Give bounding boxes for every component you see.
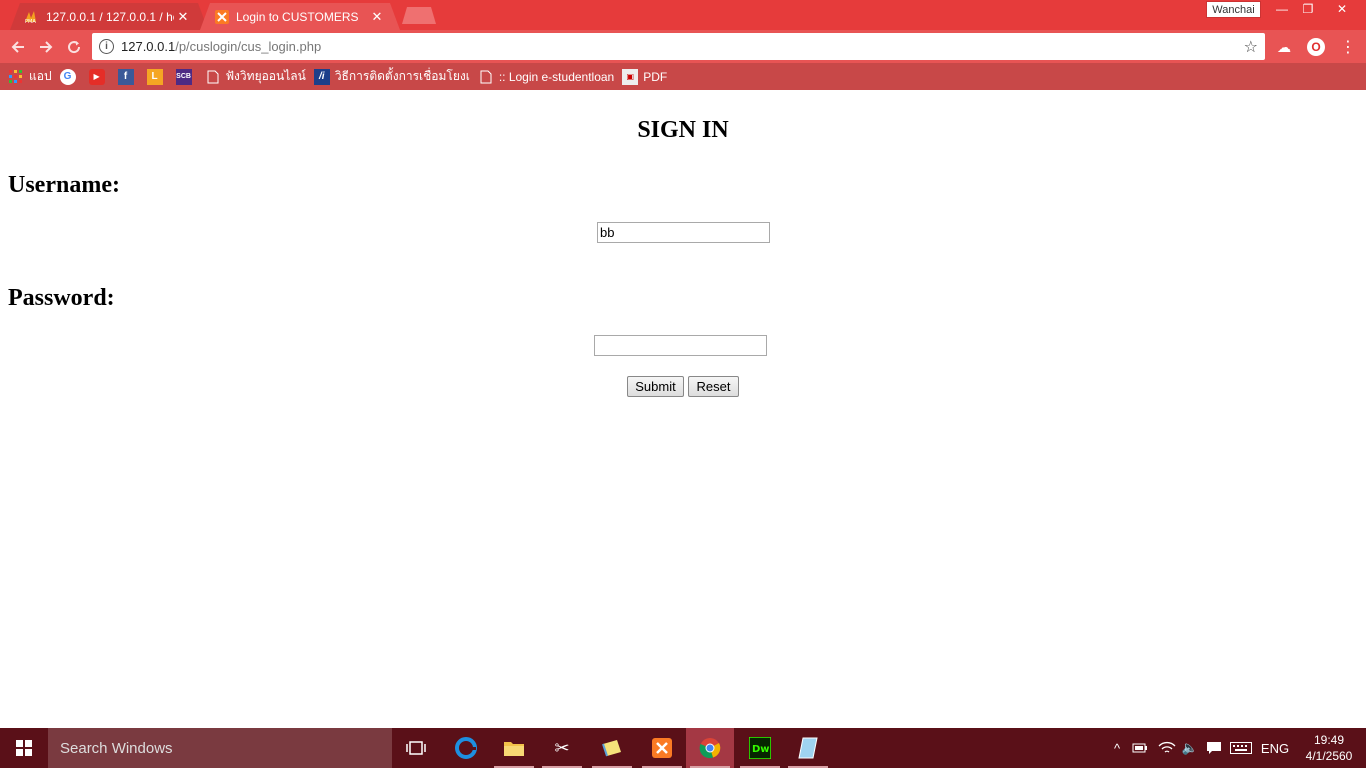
- chrome-taskbar-icon[interactable]: [686, 728, 734, 768]
- url-path: /p/cuslogin/cus_login.php: [175, 39, 322, 54]
- password-input[interactable]: [594, 335, 767, 356]
- restore-icon[interactable]: ❐: [1294, 0, 1322, 18]
- chevron-up-icon[interactable]: ^: [1108, 728, 1126, 768]
- new-tab-button[interactable]: [402, 7, 436, 24]
- xampp-taskbar-icon[interactable]: [638, 728, 686, 768]
- bookmark-studentloan-setup[interactable]: /i วิธีการติดตั้งการเชื่อมโยงเ: [313, 67, 470, 86]
- start-button[interactable]: [0, 728, 48, 768]
- bookmark-e-studentloan[interactable]: :: Login e-studentloan: [478, 69, 614, 85]
- task-view-icon[interactable]: [392, 728, 440, 768]
- file-explorer-icon[interactable]: [490, 728, 538, 768]
- reset-button[interactable]: Reset: [688, 376, 739, 397]
- bookmark-facebook[interactable]: f: [117, 68, 139, 85]
- bookmark-google[interactable]: G: [59, 68, 81, 85]
- page-icon: [478, 69, 494, 85]
- studentloan-icon: /i: [313, 68, 330, 85]
- keyboard-icon[interactable]: [1228, 728, 1254, 768]
- page-title: SIGN IN: [637, 117, 729, 143]
- notepad-icon[interactable]: [784, 728, 832, 768]
- xampp-icon: [214, 9, 230, 25]
- username-label: Username:: [8, 172, 120, 198]
- bookmarks-bar: แอป G ▶ f L SCB ฟังวิทยุออนไลน์ /i วิธีก…: [0, 63, 1366, 90]
- bookmark-youtube[interactable]: ▶: [88, 68, 110, 85]
- close-icon[interactable]: ✕: [174, 9, 192, 25]
- tab-title: 127.0.0.1 / 127.0.0.1 / hos: [46, 9, 174, 24]
- dreamweaver-icon[interactable]: Dw: [736, 728, 784, 768]
- bookmark-pdf[interactable]: ▣ PDF: [622, 68, 668, 85]
- svg-text:PMA: PMA: [25, 19, 36, 24]
- volume-icon[interactable]: 🔈: [1180, 728, 1200, 768]
- bookmark-label: :: Login e-studentloan: [498, 69, 615, 84]
- sticky-notes-icon[interactable]: [588, 728, 636, 768]
- cloud-extension-icon[interactable]: ☁: [1274, 38, 1294, 56]
- opera-extension-icon[interactable]: O: [1307, 38, 1325, 56]
- windows-logo-icon: [16, 740, 32, 756]
- wifi-icon[interactable]: [1156, 728, 1178, 768]
- close-icon[interactable]: ✕: [368, 9, 386, 25]
- lt-icon: L: [146, 68, 163, 85]
- url-host: 127.0.0.1: [121, 39, 176, 54]
- bookmark-label: วิธีการติดตั้งการเชื่อมโยงเ: [334, 69, 470, 83]
- menu-kebab-icon[interactable]: ⋮: [1340, 36, 1356, 58]
- scb-icon: SCB: [175, 68, 192, 85]
- bookmark-label: แอป: [29, 69, 52, 83]
- profile-button[interactable]: Wanchai: [1206, 1, 1261, 18]
- username-input[interactable]: [597, 222, 770, 243]
- bookmark-apps[interactable]: แอป: [8, 67, 52, 86]
- edge-browser-icon[interactable]: [442, 728, 490, 768]
- apps-grid-icon: [8, 69, 24, 85]
- reload-icon[interactable]: [64, 37, 84, 57]
- tab-title: Login to CUSTOMERS: [236, 9, 359, 24]
- tab-phpmyadmin[interactable]: PMA 127.0.0.1 / 127.0.0.1 / hos ✕: [10, 3, 206, 30]
- clock-date: 4/1/2560: [1305, 749, 1353, 763]
- bookmark-lt[interactable]: L: [146, 68, 168, 85]
- bookmark-label: PDF: [643, 69, 668, 84]
- taskbar: Search Windows ✂ Dw ^ 🔈 ENG 19:49 4/1/25…: [0, 728, 1366, 768]
- bookmark-label: ฟังวิทยุออนไลน์: [225, 69, 306, 83]
- password-label: Password:: [8, 285, 115, 311]
- address-bar[interactable]: i 127.0.0.1/p/cuslogin/cus_login.php ☆: [92, 33, 1265, 60]
- taskbar-search[interactable]: Search Windows: [48, 728, 392, 768]
- submit-button[interactable]: Submit: [627, 376, 684, 397]
- notifications-icon[interactable]: [1204, 728, 1224, 768]
- snipping-tool-icon[interactable]: ✂: [538, 728, 586, 768]
- svg-text:Dw: Dw: [752, 744, 770, 755]
- pdf-icon: ▣: [622, 68, 639, 85]
- bookmark-radio[interactable]: ฟังวิทยุออนไลน์: [205, 67, 306, 86]
- page-content: SIGN IN Username: Password: Submit Reset: [0, 90, 1366, 728]
- tab-login-customers[interactable]: Login to CUSTOMERS ✕: [200, 3, 400, 30]
- tab-strip: PMA 127.0.0.1 / 127.0.0.1 / hos ✕ Login …: [0, 0, 1366, 30]
- clock[interactable]: 19:49 4/1/2560: [1296, 732, 1362, 764]
- page-icon: [205, 69, 221, 85]
- back-arrow-icon[interactable]: [8, 37, 28, 57]
- minimize-icon[interactable]: —: [1268, 0, 1296, 18]
- clock-time: 19:49: [1313, 733, 1345, 747]
- google-icon: G: [59, 68, 76, 85]
- battery-icon[interactable]: [1130, 728, 1150, 768]
- window-close-icon[interactable]: ✕: [1320, 0, 1364, 18]
- phpmyadmin-icon: PMA: [24, 9, 40, 25]
- youtube-icon: ▶: [88, 68, 105, 85]
- bookmark-scb[interactable]: SCB: [175, 68, 197, 85]
- forward-arrow-icon[interactable]: [36, 37, 56, 57]
- browser-toolbar: i 127.0.0.1/p/cuslogin/cus_login.php ☆: [0, 30, 1366, 63]
- language-indicator[interactable]: ENG: [1260, 728, 1290, 768]
- info-icon[interactable]: i: [99, 39, 114, 54]
- bookmark-star-icon[interactable]: ☆: [1244, 37, 1258, 57]
- facebook-icon: f: [117, 68, 134, 85]
